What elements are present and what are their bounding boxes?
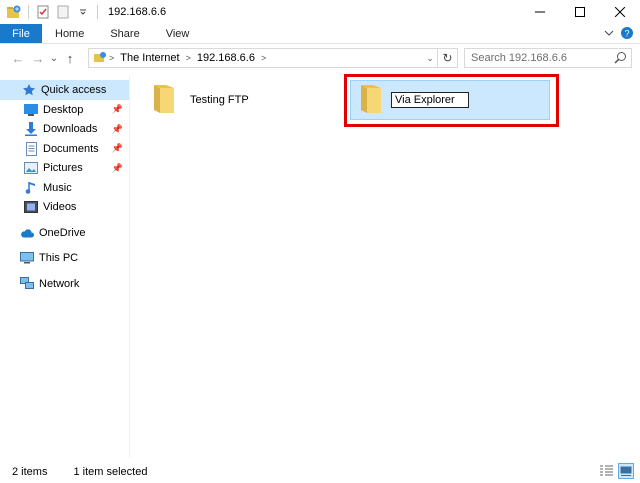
refresh-button[interactable]: ↻ [437, 49, 457, 67]
sidebar-item-label: Quick access [41, 84, 107, 96]
ribbon-tabs: File Home Share View ? [0, 24, 640, 44]
network-location-icon [93, 50, 107, 67]
customize-toolbar-icon[interactable] [75, 4, 91, 20]
svg-text:?: ? [624, 28, 629, 38]
network-icon [20, 277, 34, 291]
status-bar: 2 items 1 item selected [0, 460, 640, 483]
onedrive-cloud-icon [20, 226, 34, 240]
sidebar-item-pictures[interactable]: Pictures 📌 [0, 159, 129, 179]
quick-access-toolbar [0, 0, 100, 24]
title-bar: 192.168.6.6 [0, 0, 640, 24]
sidebar-item-label: Downloads [43, 123, 98, 136]
view-switcher [598, 463, 634, 479]
sidebar-item-label: This PC [39, 252, 79, 265]
tab-share[interactable]: Share [97, 24, 152, 43]
folder-item[interactable]: Testing FTP [152, 82, 342, 118]
search-placeholder: Search 192.168.6.6 [471, 52, 568, 64]
toolbar-separator [97, 5, 98, 19]
pin-icon[interactable]: 📌 [112, 104, 123, 115]
star-icon [22, 83, 36, 97]
videos-icon [24, 200, 38, 214]
large-icons-view-button[interactable] [618, 463, 634, 479]
breadcrumb-separator-icon[interactable]: > [184, 53, 193, 63]
breadcrumb-the-internet[interactable]: The Internet [116, 52, 183, 64]
new-folder-icon[interactable] [55, 4, 71, 20]
tab-view[interactable]: View [153, 24, 203, 43]
window-title: 192.168.6.6 [108, 6, 167, 18]
computer-icon [20, 251, 34, 265]
breadcrumb-separator-icon[interactable]: > [107, 53, 116, 63]
sidebar-item-downloads[interactable]: Downloads 📌 [0, 120, 129, 140]
pin-icon[interactable]: 📌 [112, 124, 123, 135]
breadcrumb-ip-address[interactable]: 192.168.6.6 [193, 52, 259, 64]
address-bar[interactable]: > The Internet > 192.168.6.6 > ⌄ ↻ [88, 48, 458, 68]
expand-ribbon-icon[interactable] [604, 28, 614, 40]
sidebar-item-label: Music [43, 181, 72, 194]
search-input[interactable]: Search 192.168.6.6 [464, 48, 632, 68]
document-icon [24, 141, 38, 156]
pictures-icon [24, 161, 38, 175]
folder-network-icon[interactable] [6, 4, 22, 20]
folder-icon [152, 83, 176, 118]
music-icon [24, 181, 38, 195]
close-button[interactable] [600, 0, 640, 24]
back-button[interactable]: ← [8, 48, 28, 68]
sidebar-item-label: Network [39, 277, 80, 290]
toolbar-separator [28, 5, 29, 19]
breadcrumb-separator-icon[interactable]: > [259, 53, 268, 63]
folder-name: Testing FTP [190, 94, 249, 106]
address-dropdown-icon[interactable]: ⌄ [423, 49, 437, 67]
window-controls [520, 0, 640, 24]
search-icon[interactable] [614, 51, 627, 67]
pin-icon[interactable]: 📌 [112, 143, 123, 154]
details-view-button[interactable] [598, 463, 614, 479]
file-list-view[interactable]: Testing FTP Via Explorer [132, 72, 640, 458]
forward-button[interactable]: → [28, 48, 48, 68]
tab-home[interactable]: Home [42, 24, 97, 43]
sidebar-item-label: OneDrive [39, 226, 86, 239]
sidebar-item-music[interactable]: Music [0, 178, 129, 198]
sidebar-item-label: Pictures [43, 162, 83, 175]
sidebar-item-videos[interactable]: Videos [0, 198, 129, 218]
sidebar-item-desktop[interactable]: Desktop 📌 [0, 100, 129, 120]
navigation-pane: Quick access Desktop 📌 Downloads 📌 Docum… [0, 76, 130, 458]
help-icon[interactable]: ? [620, 26, 634, 43]
sidebar-item-quick-access[interactable]: Quick access [0, 80, 129, 100]
tab-file[interactable]: File [0, 24, 42, 43]
pin-icon[interactable]: 📌 [112, 163, 123, 174]
download-icon [24, 122, 38, 137]
sidebar-item-network[interactable]: Network [0, 274, 129, 294]
sidebar-item-documents[interactable]: Documents 📌 [0, 139, 129, 159]
recent-locations-button[interactable]: ⌄ [48, 48, 60, 68]
sidebar-item-label: Desktop [43, 103, 84, 116]
up-button[interactable]: ↑ [60, 48, 80, 68]
ribbon-right-controls: ? [604, 24, 634, 44]
sidebar-item-this-pc[interactable]: This PC [0, 249, 129, 269]
desktop-icon [24, 103, 38, 117]
address-row: ← → ⌄ ↑ > The Internet > 192.168.6.6 > ⌄… [0, 44, 640, 72]
highlight-annotation-box [344, 74, 559, 127]
properties-icon[interactable] [35, 4, 51, 20]
sidebar-item-label: Videos [43, 201, 77, 214]
minimize-button[interactable] [520, 0, 560, 24]
maximize-button[interactable] [560, 0, 600, 24]
sidebar-item-label: Documents [43, 142, 99, 155]
selection-count: 1 item selected [73, 465, 148, 478]
item-count: 2 items [12, 465, 48, 478]
sidebar-item-onedrive[interactable]: OneDrive [0, 223, 129, 243]
